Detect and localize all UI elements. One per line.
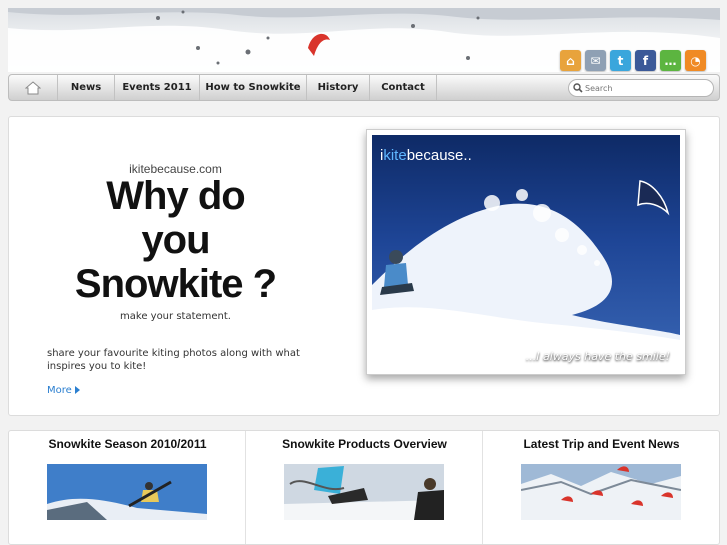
nav-home-button[interactable] (9, 75, 58, 100)
column-products: Snowkite Products Overview (246, 431, 483, 544)
nav-item-news[interactable]: News (58, 75, 115, 100)
photo-caption: ...I always have the smile! (525, 350, 670, 363)
kite-icon (637, 180, 670, 216)
column-news: Latest Trip and Event News (483, 431, 720, 544)
hero-description: share your favourite kiting photos along… (47, 348, 300, 372)
season-thumbnail[interactable] (47, 464, 207, 520)
column-season: Snowkite Season 2010/2011 (9, 431, 246, 544)
snow-spray-image (372, 180, 680, 369)
news-thumbnail[interactable] (521, 464, 681, 520)
snowboard-jump-image (47, 464, 207, 520)
featured-photo[interactable]: ikitebecause.. ...I always have the smil… (366, 129, 686, 375)
column-title[interactable]: Snowkite Products Overview (246, 437, 483, 451)
mail-icon[interactable]: ✉ (585, 50, 606, 71)
headline-line: Snowkite ? (74, 262, 277, 306)
kite-event-image (521, 464, 681, 520)
nav-item-how-to-snowkite[interactable]: How to Snowkite (200, 75, 307, 100)
column-title[interactable]: Latest Trip and Event News (483, 437, 720, 451)
headline-line: you (141, 218, 210, 262)
hero-panel: ikitebecause.com Why do you Snowkite ? m… (8, 116, 720, 416)
twitter-icon[interactable]: t (610, 50, 631, 71)
nav-item-events[interactable]: Events 2011 (115, 75, 200, 100)
snowkite-photo: ikitebecause.. ...I always have the smil… (372, 135, 680, 369)
hero-subtitle: make your statement. (120, 311, 231, 322)
search-box (568, 79, 714, 97)
products-thumbnail[interactable] (284, 464, 444, 520)
search-icon (573, 83, 583, 93)
ikitebecause-logo: ikitebecause.. (380, 147, 472, 164)
home-icon (25, 80, 41, 94)
chat-icon[interactable]: … (660, 50, 681, 71)
snowkite-gear-image (284, 464, 444, 520)
headline-line: Why do (106, 174, 245, 218)
nav-item-contact[interactable]: Contact (370, 75, 437, 100)
more-link[interactable]: More (47, 385, 80, 396)
more-link-label: More (47, 385, 72, 396)
facebook-icon[interactable]: f (635, 50, 656, 71)
nav-item-history[interactable]: History (307, 75, 370, 100)
social-links: ⌂ ✉ t f … ◔ (560, 50, 706, 71)
header-banner: ⌂ ✉ t f … ◔ (8, 8, 720, 72)
home-feed-icon[interactable]: ⌂ (560, 50, 581, 71)
feature-columns: Snowkite Season 2010/2011 Snowkite Produ… (8, 430, 720, 545)
arrow-right-icon (74, 386, 80, 394)
search-input[interactable] (585, 81, 705, 95)
rss-icon[interactable]: ◔ (685, 50, 706, 71)
column-title[interactable]: Snowkite Season 2010/2011 (9, 437, 246, 451)
hero-headline: Why do you Snowkite ? (9, 174, 342, 306)
